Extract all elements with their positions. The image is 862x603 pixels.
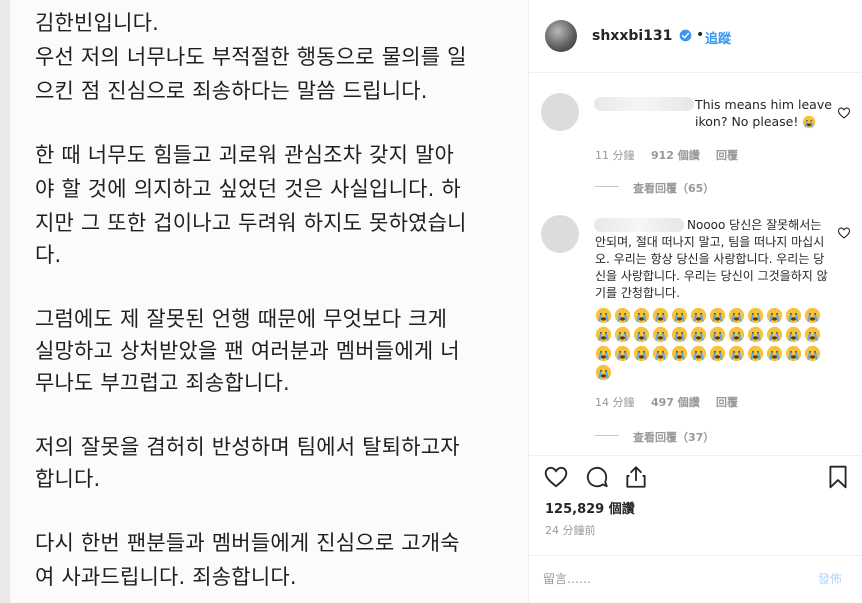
crying-face-icon <box>652 326 669 343</box>
crying-face-icon <box>614 326 631 343</box>
crying-face-icon <box>633 307 650 324</box>
crying-face-icon <box>633 345 650 362</box>
username[interactable]: shxxbi131 <box>592 28 672 44</box>
post-header: shxxbi131 • 追蹤 <box>529 0 862 73</box>
crying-face-icon <box>671 326 688 343</box>
emoji-row <box>595 307 823 383</box>
post-text-line: 한 때 너무도 힘들고 괴로워 관심조차 갖지 말아 <box>35 143 455 167</box>
crying-face-icon <box>728 326 745 343</box>
crying-face-icon <box>709 345 726 362</box>
comment-likes[interactable]: 497 個讚 <box>651 394 700 410</box>
post-text-line: 야 할 것에 의지하고 싶었던 것은 사실입니다. 하 <box>35 177 461 201</box>
crying-face-icon <box>747 307 764 324</box>
crying-face-icon <box>690 326 707 343</box>
post-sidebar: shxxbi131 • 追蹤 This means him leave ikon… <box>528 0 862 603</box>
post-text-line: 저의 잘못을 겸허히 반성하며 팀에서 탈퇴하고자 <box>35 435 460 459</box>
replies-divider <box>595 435 619 436</box>
crying-face-icon <box>690 345 707 362</box>
add-comment-bar: 發佈 <box>529 555 862 603</box>
crying-face-icon <box>709 326 726 343</box>
comment-time: 11 分鐘 <box>595 149 635 162</box>
post-text-line: 우선 저의 너무나도 부적절한 행동으로 물의를 일 <box>35 45 467 69</box>
comment-avatar[interactable] <box>541 93 579 131</box>
crying-face-icon <box>766 345 783 362</box>
comment-time: 14 分鐘 <box>595 396 635 409</box>
post-text-line: 실망하고 상처받았을 팬 여러분과 멤버들에게 너 <box>35 339 460 363</box>
comment-likes[interactable]: 912 個讚 <box>651 147 700 163</box>
crying-face-icon <box>595 326 612 343</box>
crying-face-icon <box>785 326 802 343</box>
post-text-line: 무나도 부끄럽고 죄송합니다. <box>35 371 290 395</box>
comment-text: This means him leave ikon? No please! <box>695 97 832 129</box>
crying-face-icon <box>804 345 821 362</box>
left-gutter <box>0 0 10 603</box>
avatar[interactable] <box>545 20 577 52</box>
separator-dot: • <box>696 27 705 43</box>
share-icon[interactable] <box>623 464 649 490</box>
crying-face-icon <box>652 307 669 324</box>
post-comment-button[interactable]: 發佈 <box>818 570 842 587</box>
follow-button[interactable]: 追蹤 <box>705 28 731 47</box>
crying-face-icon <box>652 345 669 362</box>
post-text-line: 김한빈입니다. <box>35 11 159 35</box>
crying-face-icon <box>804 307 821 324</box>
reply-button[interactable]: 回覆 <box>716 147 738 163</box>
post-text-line: 다시 한번 팬분들과 멤버들에게 진심으로 고개숙 <box>35 531 460 555</box>
verified-badge-icon <box>679 29 692 42</box>
comment-input[interactable] <box>543 568 793 590</box>
comment-text: Noooo 당신은 잘못해서는 안되며, 절대 떠나지 말고, 팀을 떠나지 마… <box>595 218 828 300</box>
post-text-line: 합니다. <box>35 467 101 491</box>
crying-face-icon <box>728 345 745 362</box>
post-text-line: 다. <box>35 243 62 267</box>
post-text-line: 지만 그 또한 겁이나고 두려워 하지도 못하였습니 <box>35 211 467 235</box>
crying-face-icon <box>690 307 707 324</box>
crying-face-icon <box>785 345 802 362</box>
post-image: 김한빈입니다. 우선 저의 너무나도 부적절한 행동으로 물의를 일 으킨 점 … <box>10 0 528 603</box>
crying-face-icon <box>671 307 688 324</box>
crying-face-icon <box>766 326 783 343</box>
crying-face-icon <box>671 345 688 362</box>
view-replies-button[interactable]: 查看回覆（37） <box>633 429 714 445</box>
crying-face-icon <box>633 326 650 343</box>
crying-face-icon <box>804 326 821 343</box>
replies-divider <box>595 186 619 187</box>
crying-face-icon <box>728 307 745 324</box>
blurred-username[interactable] <box>594 97 694 111</box>
like-count[interactable]: 125,829 個讚 <box>545 498 635 517</box>
post-actions: 125,829 個讚 24 分鐘前 <box>529 455 862 555</box>
crying-face-icon <box>595 345 612 362</box>
crying-face-icon <box>785 307 802 324</box>
like-comment-heart-icon[interactable] <box>837 226 851 240</box>
crying-face-icon <box>595 364 612 381</box>
post-text-line: 으킨 점 진심으로 죄송하다는 말씀 드립니다. <box>35 79 428 103</box>
crying-face-icon <box>709 307 726 324</box>
crying-face-icon <box>802 115 816 129</box>
bookmark-icon[interactable] <box>825 464 851 490</box>
crying-face-icon <box>614 307 631 324</box>
crying-face-icon <box>614 345 631 362</box>
crying-face-icon <box>747 326 764 343</box>
reply-button[interactable]: 回覆 <box>716 394 738 410</box>
post-text-line: 여 사과드립니다. 죄송합니다. <box>35 565 297 589</box>
crying-face-icon <box>766 307 783 324</box>
like-comment-heart-icon[interactable] <box>837 106 851 120</box>
crying-face-icon <box>747 345 764 362</box>
view-replies-button[interactable]: 查看回覆（65） <box>633 180 714 196</box>
heart-icon[interactable] <box>543 464 569 490</box>
post-text-line: 그럼에도 제 잘못된 언행 때문에 무엇보다 크게 <box>35 307 448 331</box>
crying-face-icon <box>595 307 612 324</box>
post-timestamp[interactable]: 24 分鐘前 <box>545 522 596 538</box>
comment-icon[interactable] <box>584 464 610 490</box>
comment-avatar[interactable] <box>541 215 579 253</box>
